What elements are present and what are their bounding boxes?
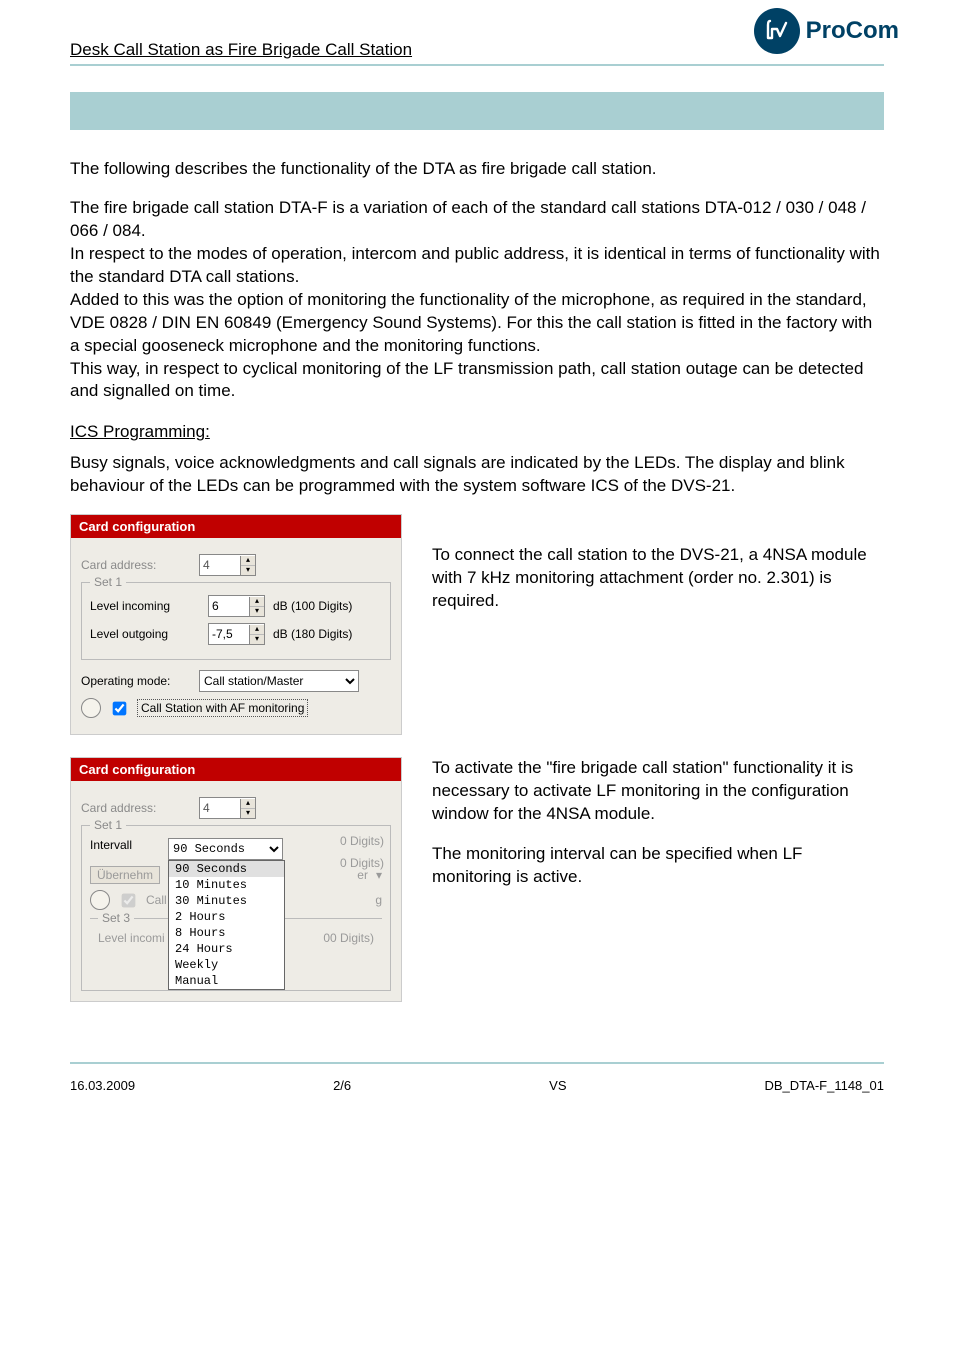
faded-text: g (375, 893, 382, 907)
intervall-option[interactable]: 10 Minutes (169, 877, 284, 893)
card-address-spinner[interactable]: ▴▾ (199, 797, 256, 819)
level-outgoing-label: Level outgoing (90, 627, 200, 641)
clock-icon (90, 890, 110, 910)
paragraph: In respect to the modes of operation, in… (70, 243, 884, 289)
panel-title: Card configuration (71, 758, 401, 781)
paragraph: Busy signals, voice acknowledgments and … (70, 452, 884, 498)
footer-page: 2/6 (333, 1078, 351, 1093)
intervall-option[interactable]: 24 Hours (169, 941, 284, 957)
spin-down-icon[interactable]: ▾ (241, 809, 255, 818)
level-outgoing-input[interactable] (209, 625, 249, 643)
paragraph: Added to this was the option of monitori… (70, 289, 884, 358)
panel-title: Card configuration (71, 515, 401, 538)
card-config-panel-1: Card configuration Card address: ▴▾ Set … (70, 514, 402, 735)
header-rule (70, 64, 884, 66)
paragraph: This way, in respect to cyclical monitor… (70, 358, 884, 404)
aside-text: To connect the call station to the DVS-2… (432, 544, 884, 613)
section-heading-ics: ICS Programming: (70, 421, 884, 444)
intervall-option[interactable]: Weekly (169, 957, 284, 973)
operating-mode-select[interactable]: Call station/Master (199, 670, 359, 692)
footer-doc: DB_DTA-F_1148_01 (765, 1078, 884, 1093)
intervall-label: Intervall (90, 838, 160, 852)
faded-text: 00 Digits) (323, 931, 374, 945)
card-address-label: Card address: (81, 801, 191, 815)
aside-text: The monitoring interval can be specified… (432, 843, 884, 889)
level-incoming-unit: dB (100 Digits) (273, 599, 352, 613)
aside-text: To activate the "fire brigade call stati… (432, 757, 884, 826)
af-monitoring-label: Call Station with AF monitoring (137, 699, 308, 717)
callst-checkbox[interactable] (122, 893, 136, 907)
intervall-option[interactable]: 2 Hours (169, 909, 284, 925)
faded-text: er (357, 868, 368, 882)
procom-logo-icon (754, 8, 800, 54)
faded-text: 0 Digits) (340, 856, 384, 870)
page-footer: 16.03.2009 2/6 VS DB_DTA-F_1148_01 (70, 1072, 884, 1093)
uebernehm-button[interactable]: Übernehm (90, 866, 160, 884)
paragraph: The fire brigade call station DTA-F is a… (70, 197, 884, 243)
intervall-option[interactable]: 8 Hours (169, 925, 284, 941)
card-address-input[interactable] (200, 799, 240, 817)
card-config-panel-2: Card configuration Card address: ▴▾ Set … (70, 757, 402, 1002)
card-address-label: Card address: (81, 558, 191, 572)
intervall-dropdown-list[interactable]: 90 Seconds 10 Minutes 30 Minutes 2 Hours… (168, 860, 285, 990)
spin-down-icon[interactable]: ▾ (250, 635, 264, 644)
footer-date: 16.03.2009 (70, 1078, 135, 1093)
card-address-input[interactable] (200, 556, 240, 574)
level-outgoing-unit: dB (180 Digits) (273, 627, 352, 641)
brand-logo: ProCom (754, 8, 899, 54)
intervall-select[interactable]: 90 Seconds (168, 838, 283, 860)
spin-down-icon[interactable]: ▾ (241, 566, 255, 575)
level-incoming-label: Level incoming (90, 599, 200, 613)
af-monitoring-checkbox[interactable] (113, 701, 127, 715)
title-band (70, 92, 884, 130)
level-incoming-input[interactable] (209, 597, 249, 615)
level-outgoing-spinner[interactable]: ▴▾ (208, 623, 265, 645)
faded-text: 0 Digits) (340, 834, 384, 848)
clock-icon (81, 698, 101, 718)
set3-legend: Set 3 (98, 911, 134, 925)
set1-legend: Set 1 (90, 818, 126, 832)
set1-legend: Set 1 (90, 575, 126, 589)
card-address-spinner[interactable]: ▴▾ (199, 554, 256, 576)
chevron-down-icon: ▾ (376, 868, 382, 882)
intervall-option[interactable]: 30 Minutes (169, 893, 284, 909)
operating-mode-label: Operating mode: (81, 674, 191, 688)
brand-text: ProCom (806, 17, 899, 45)
paragraph: The following describes the functionalit… (70, 158, 884, 181)
level-incoming-spinner[interactable]: ▴▾ (208, 595, 265, 617)
footer-rule (70, 1062, 884, 1064)
intervall-option[interactable]: Manual (169, 973, 284, 989)
footer-initials: VS (549, 1078, 566, 1093)
level-incoming-faded: Level incomi (98, 931, 165, 945)
spin-down-icon[interactable]: ▾ (250, 607, 264, 616)
intervall-option[interactable]: 90 Seconds (169, 861, 284, 877)
